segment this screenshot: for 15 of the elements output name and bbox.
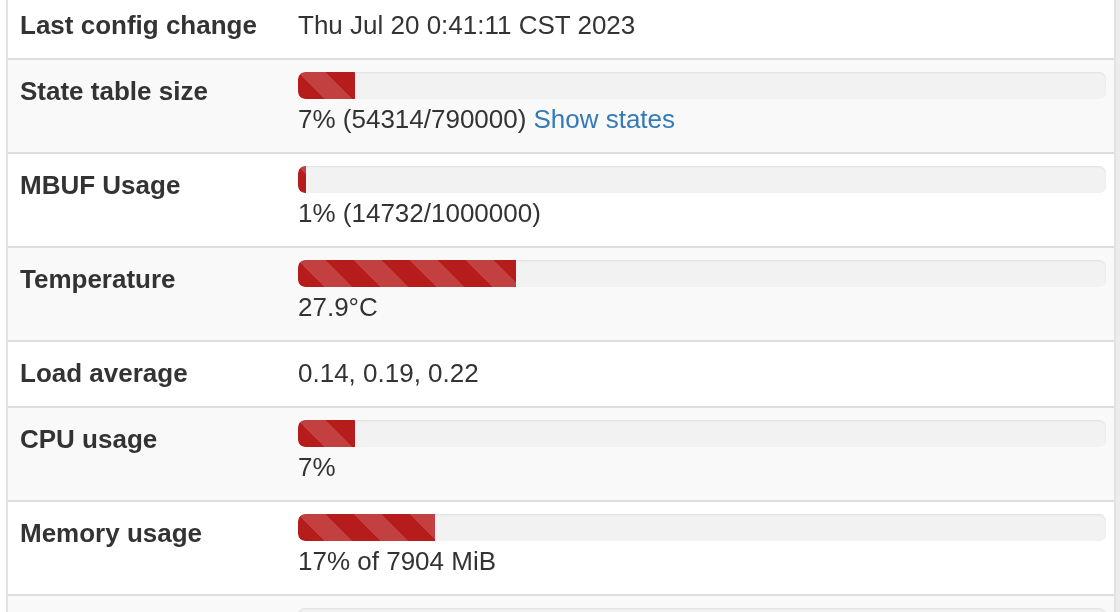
row-label: Load average	[20, 357, 189, 390]
row-label: State table size	[20, 75, 209, 108]
row-label: CPU usage	[20, 423, 159, 456]
row-value: 27.9°C	[298, 291, 378, 324]
row-value: 0.14, 0.19, 0.22	[298, 357, 479, 390]
row-label: Memory usage	[20, 517, 204, 550]
row-value: Thu Jul 20 0:41:11 CST 2023	[298, 9, 636, 42]
row-label: MBUF Usage	[20, 169, 182, 202]
row-label: Temperature	[20, 263, 177, 296]
row-value: 7%	[298, 451, 336, 484]
row-value: 7% (54314/790000)	[298, 103, 527, 136]
show-states-link[interactable]: Show states	[533, 100, 676, 139]
row-value: 1% (14732/1000000)	[298, 197, 541, 230]
row-label: Last config change	[20, 9, 258, 42]
row-value: 17% of 7904 MiB	[298, 545, 496, 578]
